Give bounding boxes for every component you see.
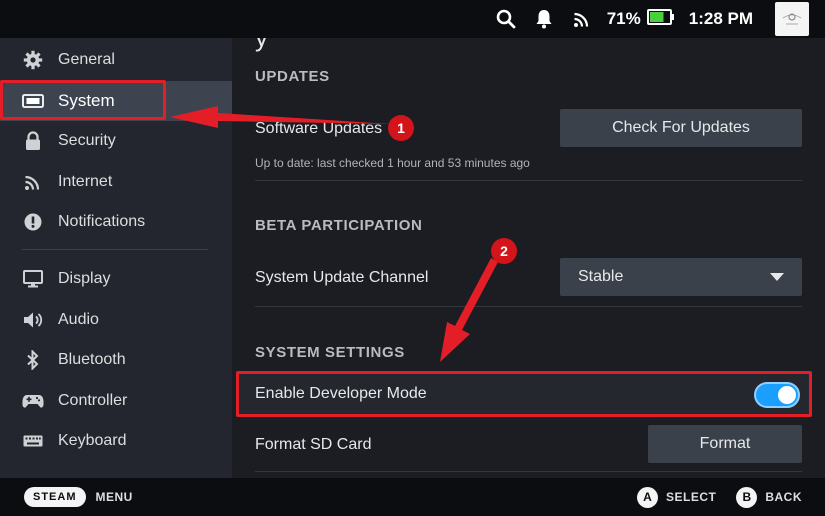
select-hint[interactable]: A SELECT — [636, 486, 717, 508]
annotation-arrows — [170, 106, 498, 362]
back-hint[interactable]: B BACK — [736, 486, 802, 508]
back-hint-label: BACK — [765, 490, 802, 504]
select-hint-label: SELECT — [665, 490, 717, 504]
annotation-badge-2: 2 — [491, 238, 517, 264]
menu-hint-label: MENU — [95, 490, 133, 504]
bottom-controller-bar: STEAM MENU A SELECT B BACK — [0, 478, 825, 516]
steam-button-hint[interactable]: STEAM — [24, 487, 86, 507]
annotation-arrow-1 — [170, 106, 390, 128]
b-button-icon: B — [736, 486, 758, 508]
annotation-arrow-2 — [440, 258, 498, 362]
annotation-badge-1: 1 — [388, 115, 414, 141]
a-button-icon: A — [636, 486, 658, 508]
